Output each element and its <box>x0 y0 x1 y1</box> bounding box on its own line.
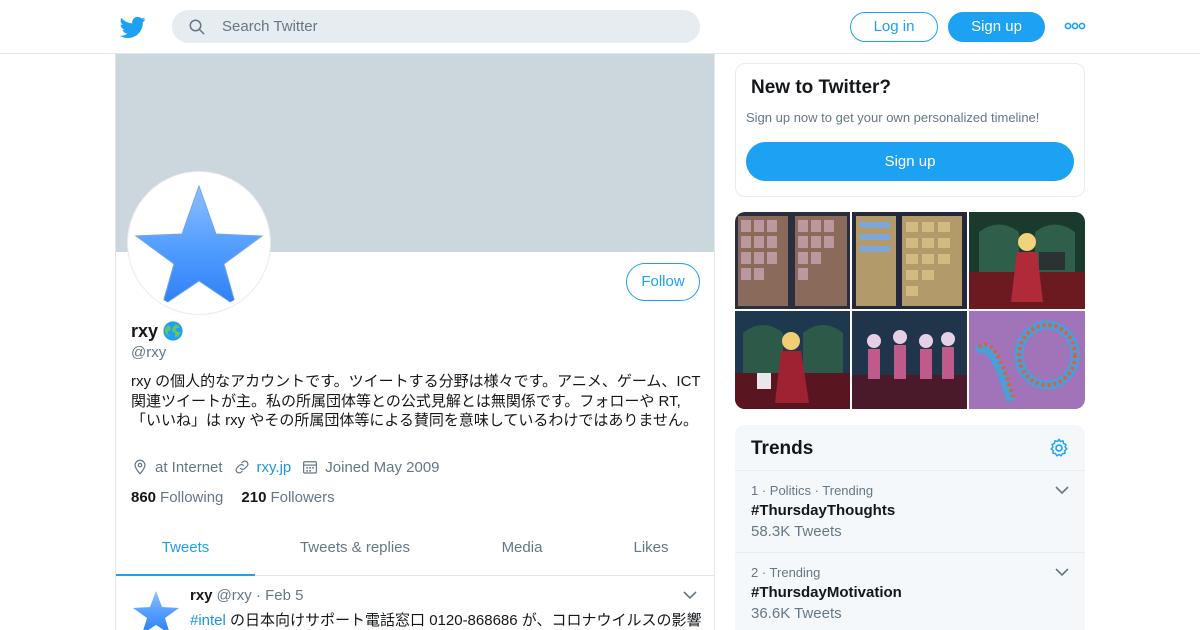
profile-name: rxy <box>131 320 184 342</box>
gear-icon[interactable] <box>1048 437 1070 459</box>
search-input[interactable] <box>222 10 682 43</box>
new-to-twitter-title: New to Twitter? <box>751 77 892 98</box>
tweet-author-name[interactable]: rxy <box>190 587 213 604</box>
trends-panel: Trends 1 · Politics · Trending #Thursday… <box>735 425 1085 630</box>
game-screenshot-thumbnail <box>852 212 967 309</box>
trend-tweet-count: 58.3K Tweets <box>751 523 842 540</box>
game-screenshot-thumbnail <box>852 311 967 409</box>
signup-button[interactable]: Sign up <box>948 12 1045 42</box>
trend-item[interactable]: 2 · Trending #ThursdayMotivation 36.6K T… <box>735 552 1085 630</box>
calendar-icon <box>303 461 318 474</box>
trend-name[interactable]: #ThursdayThoughts <box>751 502 895 519</box>
joined-text: Joined May 2009 <box>325 458 440 476</box>
media-thumbnail[interactable] <box>969 212 1085 309</box>
game-screenshot-thumbnail <box>969 212 1085 309</box>
tweet-hashtag[interactable]: #intel <box>190 612 226 629</box>
trend-context: 2 · Trending <box>751 565 821 580</box>
tweet-body: の日本向けサポート電話窓口 0120-868686 が、コロナウイルスの影響 <box>225 612 702 629</box>
more-dots-icon[interactable] <box>1064 20 1086 32</box>
media-thumbnail[interactable] <box>852 212 967 309</box>
following-label: Following <box>160 489 224 506</box>
link-icon <box>235 460 249 474</box>
tweet-avatar[interactable] <box>131 587 181 630</box>
game-screenshot-thumbnail <box>735 311 850 409</box>
profile-meta: at Internet rxy.jp Joined May 2009 <box>131 458 450 476</box>
tweet-text: #intel の日本向けサポート電話窓口 0120-868686 が、コロナウイ… <box>190 609 710 630</box>
tweet-date[interactable]: Feb 5 <box>265 587 303 604</box>
media-grid <box>735 212 1085 409</box>
profile-handle: @rxy <box>131 344 167 361</box>
profile-tabs: Tweets Tweets & replies Media Likes <box>116 524 714 576</box>
tab-likes[interactable]: Likes <box>606 524 696 576</box>
chevron-down-icon[interactable] <box>1055 567 1069 577</box>
trend-name[interactable]: #ThursdayMotivation <box>751 584 902 601</box>
search-icon <box>189 19 205 35</box>
globe-icon <box>163 321 183 341</box>
new-to-twitter-card: New to Twitter? Sign up now to get your … <box>735 63 1085 197</box>
tweet-author-handle[interactable]: @rxy <box>217 587 252 604</box>
profile-avatar[interactable] <box>128 172 270 314</box>
tab-tweets-replies[interactable]: Tweets & replies <box>275 524 435 576</box>
followers-label: Followers <box>270 489 335 506</box>
profile-bio: rxy の個人的なアカウントです。ツイートする分野は様々です。アニメ、ゲーム、I… <box>131 373 701 429</box>
profile-stats: 860 Following 210 Followers <box>131 489 335 506</box>
signup-card-button[interactable]: Sign up <box>746 142 1074 181</box>
tweet-header: rxy @rxy · Feb 5 <box>190 587 303 604</box>
followers-stat[interactable]: 210 Followers <box>241 489 334 506</box>
new-to-twitter-subtitle: Sign up now to get your own personalized… <box>746 110 1040 125</box>
following-stat[interactable]: 860 Following <box>131 489 223 506</box>
twitter-bird-icon[interactable] <box>120 14 146 40</box>
chevron-down-icon[interactable] <box>682 589 698 601</box>
location-pin-icon <box>134 459 146 475</box>
chevron-down-icon[interactable] <box>1055 485 1069 495</box>
followers-count: 210 <box>241 489 267 506</box>
login-button[interactable]: Log in <box>850 12 938 42</box>
media-thumbnail[interactable] <box>735 212 850 309</box>
media-thumbnail[interactable] <box>735 311 850 409</box>
following-count: 860 <box>131 489 157 506</box>
trend-item[interactable]: 1 · Politics · Trending #ThursdayThought… <box>735 470 1085 552</box>
trend-tweet-count: 36.6K Tweets <box>751 605 842 622</box>
star-avatar-image <box>134 184 264 308</box>
top-navigation-bar: Log in Sign up <box>0 0 1200 54</box>
game-screenshot-thumbnail <box>735 212 850 309</box>
profile-url[interactable]: rxy.jp <box>233 458 292 476</box>
tweet-item[interactable]: rxy @rxy · Feb 5 #intel の日本向けサポート電話窓口 012… <box>116 577 714 630</box>
star-avatar-image <box>131 587 181 630</box>
trends-title: Trends <box>751 438 814 459</box>
follow-button[interactable]: Follow <box>626 263 700 301</box>
profile-joined: Joined May 2009 <box>301 458 440 476</box>
tab-tweets[interactable]: Tweets <box>116 524 255 576</box>
media-thumbnail[interactable] <box>969 311 1085 409</box>
location-text: at Internet <box>155 458 223 476</box>
profile-column: Follow rxy @rxy rxy の個人的なアカウントです。ツイートする分… <box>115 54 715 630</box>
profile-location: at Internet <box>131 458 223 476</box>
tab-media[interactable]: Media <box>472 524 572 576</box>
url-link[interactable]: rxy.jp <box>257 459 292 476</box>
photo-thumbnail <box>969 311 1085 409</box>
tweet-separator: · <box>255 587 261 604</box>
profile-name-text: rxy <box>131 320 159 341</box>
search-box[interactable] <box>172 10 700 43</box>
trend-context: 1 · Politics · Trending <box>751 483 874 498</box>
media-thumbnail[interactable] <box>852 311 967 409</box>
